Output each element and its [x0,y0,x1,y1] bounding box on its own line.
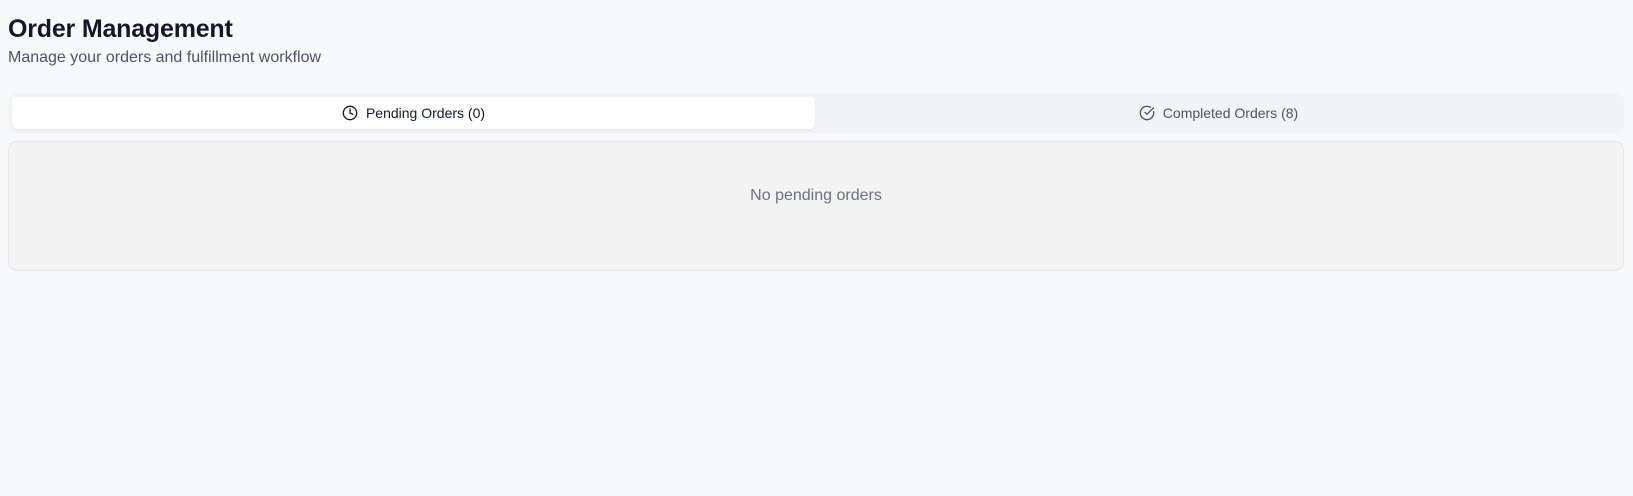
page-title: Order Management [8,15,233,43]
order-tabs: Pending Orders (0) Completed Orders (8) [8,93,1624,133]
page-subtitle: Manage your orders and fulfillment workf… [8,49,322,66]
pending-orders-panel: No pending orders [8,141,1624,271]
clock-icon [342,105,358,121]
tab-completed-orders[interactable]: Completed Orders (8) [817,97,1620,129]
tab-pending-orders-label: Pending Orders (0) [365,105,486,121]
tab-pending-orders[interactable]: Pending Orders (0) [12,97,815,129]
page-header: Order Management Manage your orders and … [8,0,1624,68]
check-circle-icon [1139,105,1155,121]
page: Order Management Manage your orders and … [8,0,1624,271]
tab-completed-orders-label: Completed Orders (8) [1162,105,1299,121]
empty-state-message: No pending orders [750,187,882,204]
